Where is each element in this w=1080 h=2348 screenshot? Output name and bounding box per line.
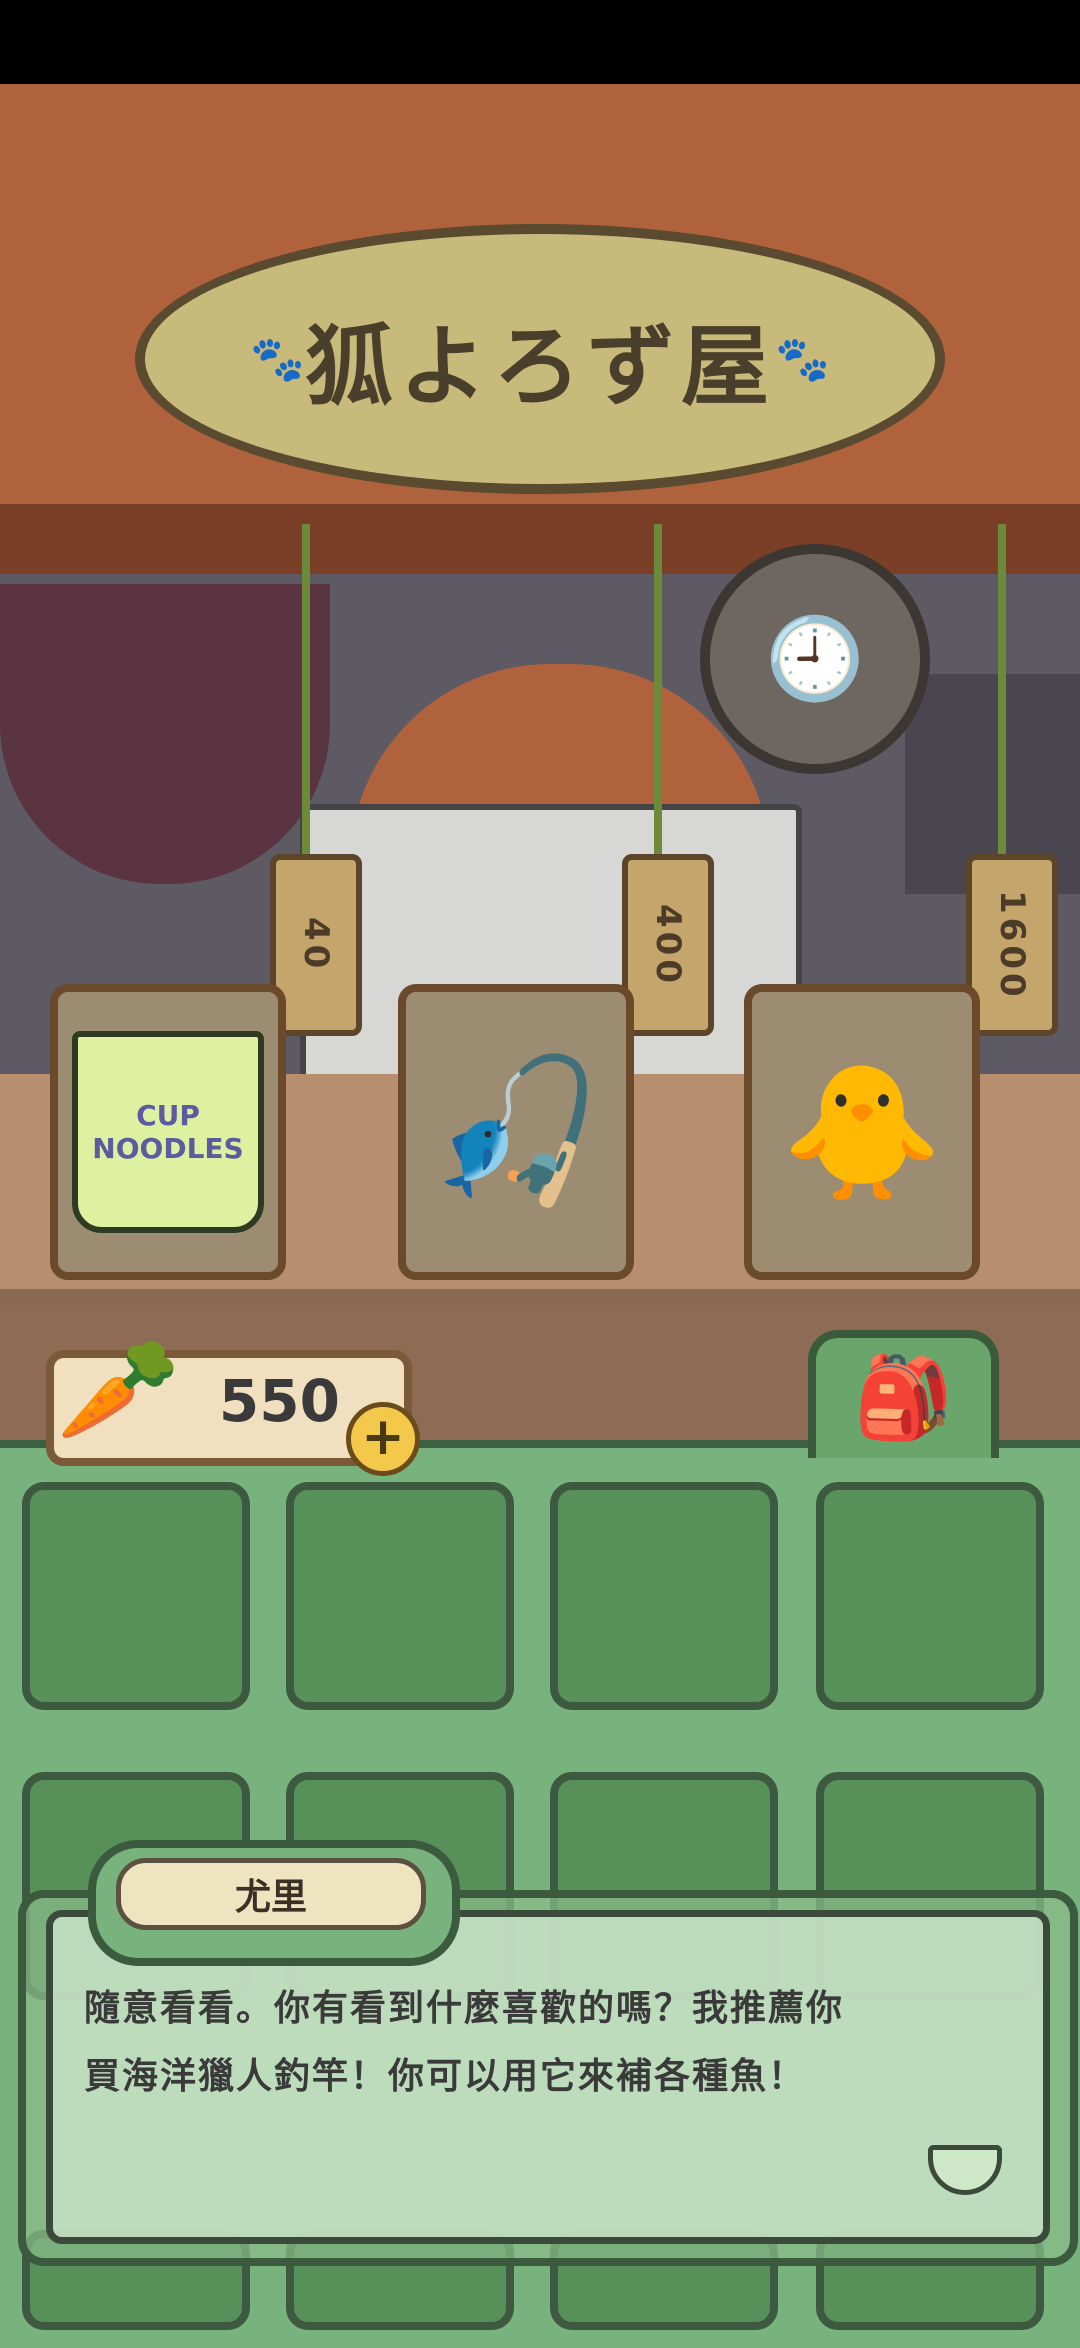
paw-icon: 🐾: [775, 334, 830, 385]
roof-edge: [0, 504, 1080, 574]
shop-sign: 🐾 狐よろず屋 🐾: [135, 224, 945, 494]
curtain: [0, 584, 330, 884]
paw-icon: 🐾: [250, 334, 305, 385]
price-label: 40: [296, 917, 336, 973]
speaker-name: 尤里: [116, 1858, 426, 1930]
price-label: 400: [648, 903, 688, 987]
shop-item-cup-noodles[interactable]: CUP NOODLES: [50, 984, 286, 1280]
rubber-duck-icon: 🐥: [781, 1055, 943, 1208]
carrot-icon: 🥕: [56, 1331, 181, 1448]
plus-icon: +: [361, 1407, 405, 1467]
backpack-tab[interactable]: 🎒: [808, 1330, 999, 1458]
currency-value: 550: [218, 1367, 340, 1435]
shop-sign-text: 狐よろず屋: [304, 313, 775, 418]
inventory-slot[interactable]: [816, 1482, 1044, 1710]
dialog-text: 隨意看看。你有看到什麼喜歡的嗎？我推薦你 買海洋獵人釣竿！你可以用它來補各種魚！: [84, 1975, 1004, 2111]
cup-noodles-icon: CUP NOODLES: [72, 1031, 264, 1233]
status-bar: [0, 0, 1080, 84]
price-tag-fishing-rod: 400: [622, 854, 714, 1036]
price-label: 1600: [992, 889, 1032, 1001]
inventory-slot[interactable]: [286, 1482, 514, 1710]
inventory-slot[interactable]: [550, 1482, 778, 1710]
inventory-slot[interactable]: [22, 1482, 250, 1710]
fishing-rod-icon: 🎣: [428, 1050, 604, 1213]
backpack-icon: 🎒: [853, 1351, 954, 1444]
dialog-line-2: 買海洋獵人釣竿！你可以用它來補各種魚！: [84, 2056, 807, 2097]
shop-item-rubber-duck[interactable]: 🐥: [744, 984, 980, 1280]
dialog-line-1: 隨意看看。你有看到什麼喜歡的嗎？我推薦你: [84, 1988, 845, 2029]
shop-item-fishing-rod[interactable]: 🎣: [398, 984, 634, 1280]
cup-noodles-label: CUP NOODLES: [92, 1099, 244, 1165]
clock-icon: 🕘: [700, 544, 930, 774]
counter-edge: [0, 1289, 1080, 1309]
add-currency-button[interactable]: +: [346, 1402, 420, 1476]
